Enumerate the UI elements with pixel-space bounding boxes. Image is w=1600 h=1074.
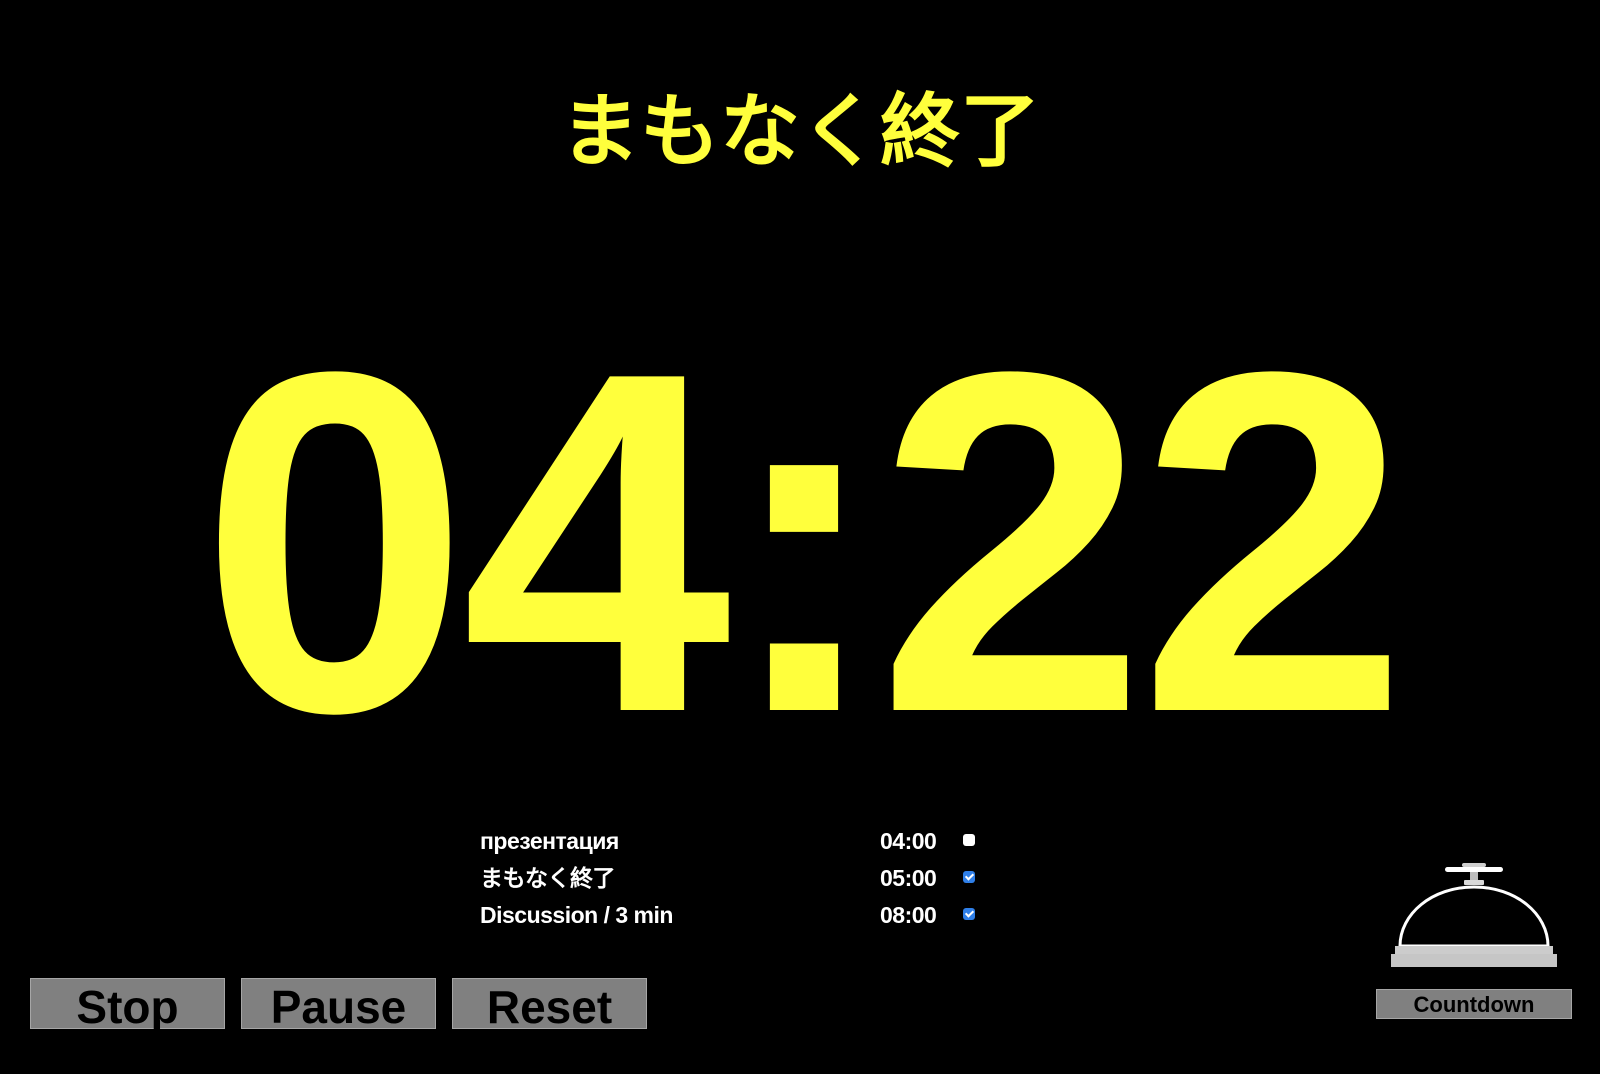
countdown-button[interactable]: Countdown (1376, 989, 1572, 1019)
schedule-row-label: まもなく終了 (480, 865, 616, 891)
schedule-row-time: 05:00 (880, 865, 937, 891)
stop-button[interactable]: Stop (30, 978, 225, 1033)
schedule-row-checkbox[interactable] (963, 834, 975, 846)
schedule-row-label: презентация (480, 828, 619, 854)
timer-display: 04:22 (199, 271, 1408, 813)
schedule-row-time: 08:00 (880, 902, 937, 928)
schedule-row-checkbox[interactable] (963, 908, 975, 920)
schedule-list: презентация 04:00 まもなく終了 05:00 Discussio… (480, 826, 1000, 937)
status-title: まもなく終了 (560, 85, 1040, 178)
bell-icon[interactable] (1388, 860, 1560, 976)
schedule-row: まもなく終了 05:00 (480, 863, 1000, 900)
reset-button[interactable]: Reset (452, 978, 647, 1033)
schedule-row: презентация 04:00 (480, 826, 1000, 863)
schedule-row-time: 04:00 (880, 828, 937, 854)
schedule-row-label: Discussion / 3 min (480, 902, 673, 928)
schedule-row-checkbox[interactable] (963, 871, 975, 883)
pause-button[interactable]: Pause (241, 978, 436, 1033)
schedule-row: Discussion / 3 min 08:00 (480, 900, 1000, 937)
